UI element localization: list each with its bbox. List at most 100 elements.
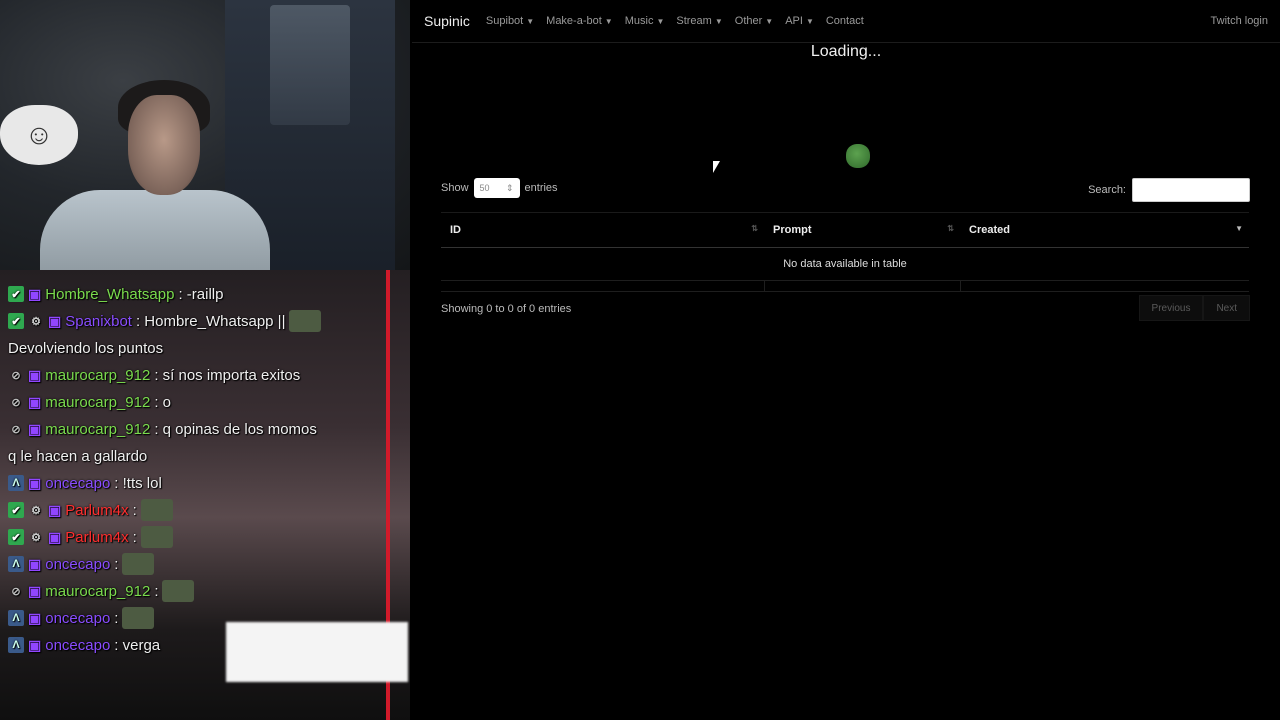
chat-username: oncecapo: [45, 636, 111, 654]
nav-item-supibot[interactable]: Supibot ▼: [486, 15, 534, 27]
nav-item-label: Other: [734, 15, 763, 27]
nav-item-contact[interactable]: Contact: [826, 15, 864, 27]
chat-message: ⊘ ▣ maurocarp_912: o: [8, 390, 171, 414]
chat-message: ⊘ ▣ maurocarp_912:: [8, 579, 195, 603]
chat-text: :: [114, 609, 119, 627]
nav-item-label: Supibot: [485, 15, 524, 27]
chat-message: ✔ ⚙ ▣ Parlum4x:: [8, 525, 173, 549]
entries-label: entries: [524, 182, 558, 194]
navbar: Supinic Supibot ▼ Make-a-bot ▼ Music ▼ Stream ▼…: [412, 0, 1280, 43]
column-header-label: ID: [450, 224, 461, 236]
caret-down-icon: ▼: [805, 16, 814, 26]
twitch-badge-icon: ▣: [28, 285, 42, 302]
a-badge-icon: Λ: [8, 475, 24, 491]
bot-badge-icon: ⚙: [31, 315, 41, 328]
chat-text: : sí nos importa exitos: [154, 366, 301, 384]
chat-emote-icon: [140, 526, 173, 548]
chat-text: :: [132, 528, 137, 546]
chat-message: q le hacen a gallardo: [8, 444, 147, 468]
chat-emote-icon: [122, 553, 155, 575]
sort-both-icon: ⇅: [751, 224, 758, 233]
nav-item-make-a-bot[interactable]: Make-a-bot ▼: [546, 15, 613, 27]
column-header-created[interactable]: Created ▼: [960, 212, 1249, 248]
chat-text: :: [154, 582, 159, 600]
column-header-prompt[interactable]: Prompt ⇅: [764, 212, 960, 248]
chat-text: : Hombre_Whatsapp ||: [135, 312, 286, 330]
caret-down-icon: ▼: [526, 16, 535, 26]
chat-text: : o: [154, 393, 171, 411]
pepe-loading-icon: [846, 144, 870, 168]
twitch-badge-icon: ▣: [28, 393, 42, 410]
chat-message: Λ ▣ oncecapo:: [8, 552, 155, 576]
mouse-cursor-icon: [713, 161, 720, 173]
eye-badge-icon: ⊘: [11, 585, 21, 598]
nav-item-label: API: [785, 15, 803, 27]
webcam-poster: [270, 5, 350, 125]
search-label: Search:: [1088, 184, 1126, 196]
streamer-face: [128, 95, 200, 195]
chat-username: maurocarp_912: [45, 582, 151, 600]
bot-badge-icon: ⚙: [31, 531, 41, 544]
nav-item-music[interactable]: Music ▼: [625, 15, 665, 27]
twitch-login-link[interactable]: Twitch login: [1211, 15, 1268, 27]
table-footer-cell: [959, 280, 1249, 292]
twitch-badge-icon: ▣: [28, 636, 42, 653]
chat-message: ✔ ▣ Hombre_Whatsapp: -raillp: [8, 282, 223, 306]
check-badge-icon: ✔: [8, 313, 24, 329]
chat-text: :: [132, 501, 137, 519]
chat-text: : verga: [114, 636, 161, 654]
column-header-id[interactable]: ID ⇅: [441, 212, 764, 248]
chat-message: ✔ ⚙ ▣ Parlum4x:: [8, 498, 173, 522]
previous-button[interactable]: Previous: [1138, 295, 1204, 321]
show-label: Show: [441, 182, 469, 194]
column-header-label: Created: [969, 224, 1010, 236]
nav-item-label: Stream: [676, 15, 712, 27]
chat-text: Devolviendo los puntos: [8, 339, 164, 357]
bot-badge-icon: ⚙: [31, 504, 41, 517]
streamer-torso: [40, 190, 270, 280]
chat-emote-icon: [140, 499, 173, 521]
nav-item-label: Music: [624, 15, 654, 27]
chat-emote-icon: [289, 310, 322, 332]
chat-text: : -raillp: [178, 285, 224, 303]
check-badge-icon: ✔: [8, 529, 24, 545]
loading-heading: Loading...: [810, 43, 882, 60]
select-arrows-icon: ⇕: [505, 182, 514, 193]
chat-username: oncecapo: [45, 474, 111, 492]
nav-item-api[interactable]: API ▼: [785, 15, 814, 27]
page-length-select[interactable]: 50 ⇕: [473, 178, 520, 198]
caret-down-icon: ▼: [714, 16, 723, 26]
nav-item-other[interactable]: Other ▼: [735, 15, 773, 27]
twitch-badge-icon: ▣: [28, 366, 42, 383]
check-badge-icon: ✔: [8, 286, 24, 302]
table-footer-cell: [441, 280, 764, 292]
trollface-emote: ☺: [0, 105, 78, 165]
navbar-brand[interactable]: Supinic: [424, 13, 470, 29]
chat-text: : q opinas de los momos: [154, 420, 317, 438]
chat-text: q le hacen a gallardo: [8, 447, 148, 465]
sort-both-icon: ⇅: [947, 224, 954, 233]
twitch-badge-icon: ▣: [28, 582, 42, 599]
chat-message: Λ ▣ oncecapo: !tts lol: [8, 471, 162, 495]
search-input[interactable]: [1132, 178, 1250, 202]
table-length-control: Show 50 ⇕ entries: [441, 178, 558, 198]
chat-message: ✔ ⚙ ▣ Spanixbot: Hombre_Whatsapp ||: [8, 309, 322, 333]
next-button[interactable]: Next: [1203, 295, 1250, 321]
nav-item-stream[interactable]: Stream ▼: [676, 15, 722, 27]
empty-table-message: No data available in table: [441, 247, 1249, 281]
overlay-white-box: [226, 622, 408, 682]
table-search-control: Search:: [1088, 178, 1250, 202]
check-badge-icon: ✔: [8, 502, 24, 518]
chat-message: Λ ▣ oncecapo:: [8, 606, 155, 630]
chat-message: Λ ▣ oncecapo: verga: [8, 633, 160, 657]
caret-down-icon: ▼: [656, 16, 665, 26]
chat-username: oncecapo: [45, 609, 111, 627]
chat-username: Hombre_Whatsapp: [45, 285, 175, 303]
chat-message: ⊘ ▣ maurocarp_912: q opinas de los momos: [8, 417, 317, 441]
twitch-badge-icon: ▣: [48, 501, 62, 518]
twitch-badge-icon: ▣: [28, 609, 42, 626]
data-table: ID ⇅ Prompt ⇅ Created ▼ No data availabl…: [441, 212, 1249, 292]
twitch-badge-icon: ▣: [48, 312, 62, 329]
table-footer-cell: [763, 280, 960, 292]
caret-down-icon: ▼: [765, 16, 774, 26]
